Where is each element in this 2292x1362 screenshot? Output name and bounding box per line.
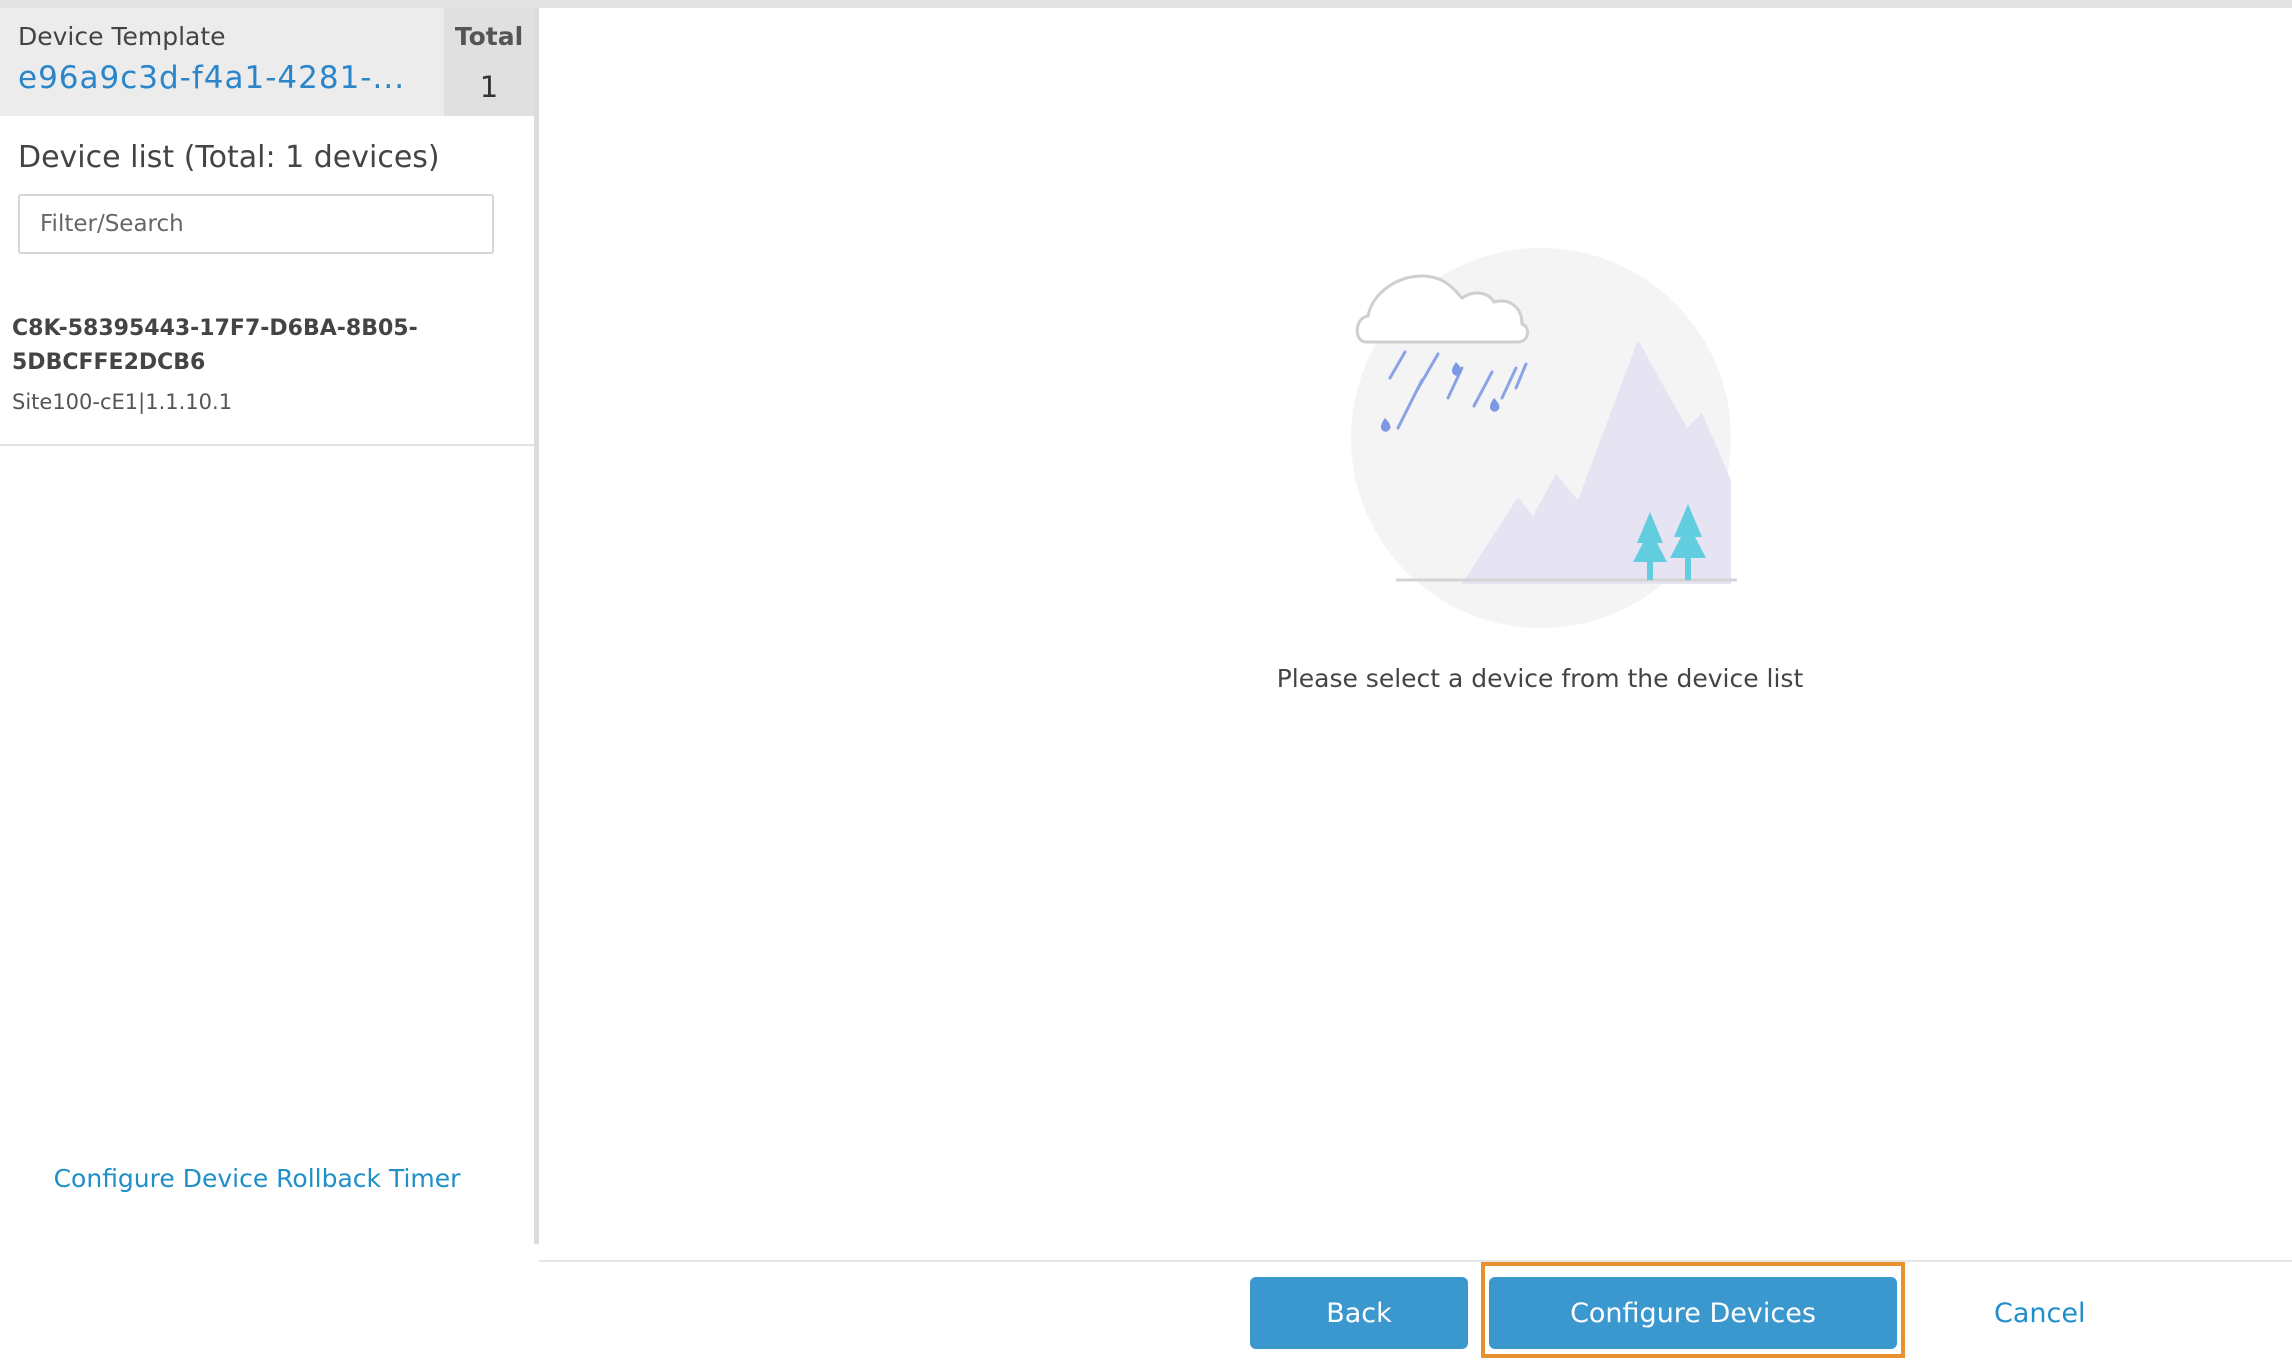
filter-search-input[interactable] (18, 194, 494, 254)
total-label: Total (454, 22, 524, 51)
cancel-link[interactable]: Cancel (1994, 1298, 2085, 1329)
device-template-label: Device Template (18, 22, 226, 51)
device-template-header: Device Template e96a9c3d-f4a1-4281-... T… (0, 8, 534, 116)
device-list-panel: Device Template e96a9c3d-f4a1-4281-... T… (0, 8, 539, 1244)
page: Device Template e96a9c3d-f4a1-4281-... T… (0, 0, 2292, 1362)
list-item[interactable]: C8K-58395443-17F7-D6BA-8B05-5DBCFFE2DCB6… (0, 296, 534, 446)
device-list-title: Device list (Total: 1 devices) (18, 140, 440, 175)
configure-rollback-timer-link[interactable]: Configure Device Rollback Timer (0, 1164, 514, 1193)
back-button[interactable]: Back (1250, 1277, 1468, 1349)
device-id: C8K-58395443-17F7-D6BA-8B05-5DBCFFE2DCB6 (12, 316, 418, 375)
empty-state-message: Please select a device from the device l… (1276, 664, 1804, 693)
device-site: Site100-cE1|1.1.10.1 (12, 390, 233, 414)
top-divider (0, 0, 2292, 8)
footer-bar: Back Configure Devices Cancel (539, 1260, 2292, 1362)
configure-devices-button[interactable]: Configure Devices (1489, 1277, 1897, 1349)
device-template-cell: Device Template e96a9c3d-f4a1-4281-... (0, 8, 444, 116)
rain-mountain-illustration (1351, 248, 1737, 628)
total-value: 1 (479, 70, 499, 104)
device-template-name[interactable]: e96a9c3d-f4a1-4281-... (18, 60, 418, 96)
total-cell: Total 1 (444, 8, 534, 116)
